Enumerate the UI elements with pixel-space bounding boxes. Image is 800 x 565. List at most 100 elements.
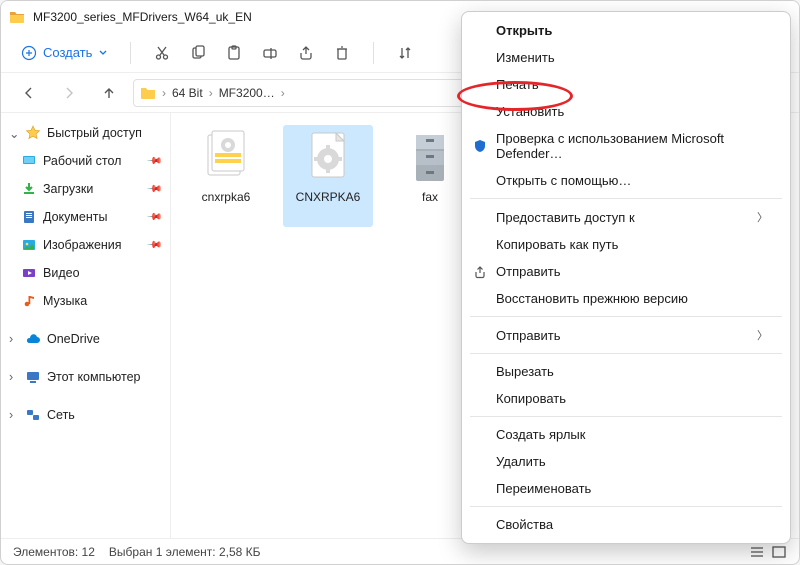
context-menu-item[interactable]: Свойства: [462, 511, 790, 538]
chevron-right-icon: ›: [209, 86, 213, 100]
pin-icon: 📌: [145, 153, 162, 170]
context-menu: Открыть Изменить Печать Установить Проверка …: [461, 11, 791, 544]
monitor-icon: [25, 369, 41, 385]
share-icon: [472, 264, 488, 280]
file-thumbnail: [200, 129, 252, 187]
context-menu-separator: [470, 416, 782, 417]
context-menu-separator: [470, 353, 782, 354]
context-menu-label: Отправить: [496, 264, 560, 279]
sidebar-onedrive[interactable]: › OneDrive: [5, 325, 166, 353]
context-menu-label: Изменить: [496, 50, 555, 65]
sidebar-label: Сеть: [47, 408, 75, 422]
chevron-right-icon: ›: [162, 86, 166, 100]
context-menu-label: Копировать как путь: [496, 237, 618, 252]
context-menu-label: Открыть с помощью…: [496, 173, 631, 188]
delete-button[interactable]: [333, 44, 351, 62]
rename-button[interactable]: [261, 44, 279, 62]
sidebar-label: Этот компьютер: [47, 370, 140, 384]
context-menu-item[interactable]: Изменить: [462, 44, 790, 71]
window-title: MF3200_series_MFDrivers_W64_uk_EN: [33, 10, 252, 24]
context-menu-label: Отправить: [496, 328, 560, 343]
downloads-icon: [21, 181, 37, 197]
sidebar-item-documents[interactable]: Документы📌: [5, 203, 166, 231]
context-menu-item[interactable]: Удалить: [462, 448, 790, 475]
pin-icon: 📌: [145, 237, 162, 254]
context-menu-item[interactable]: Вырезать: [462, 358, 790, 385]
chevron-down-icon: [98, 48, 108, 58]
breadcrumb-part[interactable]: 64 Bit: [172, 86, 203, 100]
chevron-down-icon: ⌄: [9, 126, 19, 141]
breadcrumb-part[interactable]: MF3200…: [219, 86, 275, 100]
sidebar-network[interactable]: › Сеть: [5, 401, 166, 429]
chevron-right-icon: ›: [9, 332, 19, 346]
context-menu-item[interactable]: Копировать как путь: [462, 231, 790, 258]
view-toggle[interactable]: [749, 545, 787, 559]
large-icons-view-icon: [771, 545, 787, 559]
share-button[interactable]: [297, 44, 315, 62]
explorer-window: MF3200_series_MFDrivers_W64_uk_EN Создат…: [0, 0, 800, 565]
chevron-right-icon: 〉: [757, 209, 768, 225]
sidebar-item-desktop[interactable]: Рабочий стол 📌: [5, 147, 166, 175]
context-menu-label: Проверка с использованием Microsoft Defe…: [496, 131, 768, 161]
sidebar-this-pc[interactable]: › Этот компьютер: [5, 363, 166, 391]
sort-button[interactable]: [396, 44, 414, 62]
file-name: fax: [422, 191, 438, 205]
context-menu-separator: [470, 506, 782, 507]
shield-icon: [472, 138, 488, 154]
context-menu-item[interactable]: Создать ярлык: [462, 421, 790, 448]
sidebar-item-music[interactable]: Музыка: [5, 287, 166, 315]
sidebar-quick-access[interactable]: ⌄ Быстрый доступ: [5, 119, 166, 147]
context-menu-item[interactable]: Открыть с помощью…: [462, 167, 790, 194]
cut-button[interactable]: [153, 44, 171, 62]
sidebar-item-downloads[interactable]: Загрузки📌: [5, 175, 166, 203]
context-menu-item[interactable]: Отправить: [462, 258, 790, 285]
context-menu-item[interactable]: Восстановить прежнюю версию: [462, 285, 790, 312]
folder-icon: [140, 85, 156, 101]
up-button[interactable]: [93, 79, 125, 107]
copy-button[interactable]: [189, 44, 207, 62]
pin-icon: 📌: [145, 181, 162, 198]
context-menu-item[interactable]: Отправить 〉: [462, 321, 790, 349]
file-thumbnail: [404, 129, 456, 187]
context-menu-label: Предоставить доступ к: [496, 210, 635, 225]
new-button-label: Создать: [43, 45, 92, 60]
context-menu-label: Удалить: [496, 454, 546, 469]
star-icon: [25, 125, 41, 141]
context-menu-item[interactable]: Печать: [462, 71, 790, 98]
folder-icon: [9, 9, 25, 25]
back-button[interactable]: [13, 79, 45, 107]
sidebar-label: Быстрый доступ: [47, 126, 142, 140]
context-menu-item[interactable]: Предоставить доступ к 〉: [462, 203, 790, 231]
chevron-right-icon: ›: [281, 86, 285, 100]
context-menu-separator: [470, 198, 782, 199]
pictures-icon: [21, 237, 37, 253]
context-menu-item[interactable]: Установить: [462, 98, 790, 125]
new-button[interactable]: Создать: [21, 45, 108, 61]
paste-button[interactable]: [225, 44, 243, 62]
context-menu-item[interactable]: Проверка с использованием Microsoft Defe…: [462, 125, 790, 167]
chevron-right-icon: ›: [9, 408, 19, 422]
status-selection: Выбран 1 элемент: 2,58 КБ: [109, 545, 261, 559]
context-menu-label: Открыть: [496, 23, 552, 38]
context-menu-label: Печать: [496, 77, 539, 92]
desktop-icon: [21, 153, 37, 169]
file-item[interactable]: cnxrpka6: [181, 125, 271, 227]
music-icon: [21, 293, 37, 309]
chevron-right-icon: 〉: [757, 327, 768, 343]
sidebar-item-label: Видео: [43, 266, 80, 280]
chevron-right-icon: ›: [9, 370, 19, 384]
sidebar-item-pictures[interactable]: Изображения📌: [5, 231, 166, 259]
file-item[interactable]: CNXRPKA6: [283, 125, 373, 227]
context-menu-label: Установить: [496, 104, 564, 119]
context-menu-item[interactable]: Копировать: [462, 385, 790, 412]
sidebar-item-label: Музыка: [43, 294, 87, 308]
forward-button[interactable]: [53, 79, 85, 107]
context-menu-item[interactable]: Открыть: [462, 17, 790, 44]
context-menu-label: Свойства: [496, 517, 553, 532]
file-name: CNXRPKA6: [296, 191, 361, 205]
context-menu-item[interactable]: Переименовать: [462, 475, 790, 502]
documents-icon: [21, 209, 37, 225]
sidebar-item-label: Рабочий стол: [43, 154, 121, 168]
sidebar-label: OneDrive: [47, 332, 100, 346]
sidebar-item-video[interactable]: Видео: [5, 259, 166, 287]
